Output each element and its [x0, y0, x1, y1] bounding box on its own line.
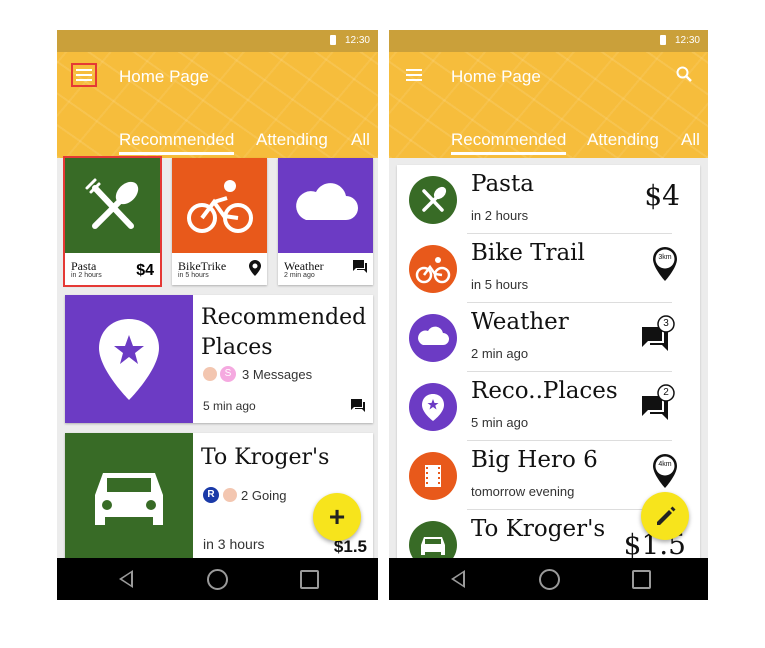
card-weather[interactable]: Weather 2 min ago: [278, 158, 373, 285]
battery-icon: [660, 35, 666, 45]
item-title: To Kroger's: [471, 516, 606, 542]
distance-pin-icon[interactable]: 3km: [652, 246, 678, 282]
card-pasta[interactable]: Pasta in 2 hours $4: [63, 156, 162, 287]
card-subtitle: 2 min ago: [284, 272, 315, 279]
menu-icon[interactable]: [403, 64, 425, 84]
card-title-line1: Recommended: [201, 305, 367, 330]
menu-icon[interactable]: [71, 63, 97, 87]
time-ago: 5 min ago: [203, 399, 256, 413]
tab-recommended[interactable]: Recommended: [451, 130, 567, 155]
card-title-line2: Places: [201, 335, 273, 360]
tab-attending[interactable]: Attending: [587, 130, 659, 150]
tab-attending[interactable]: Attending: [256, 130, 328, 150]
card-car-image: [65, 433, 193, 563]
item-subtitle: in 2 hours: [471, 208, 529, 223]
card-title: To Kroger's: [201, 445, 330, 470]
home-icon[interactable]: [539, 569, 560, 590]
app-bar: Home Page Recommended Attending All: [57, 52, 378, 158]
chat-icon[interactable]: [351, 399, 365, 417]
recent-apps-icon[interactable]: [632, 570, 651, 589]
chat-badge-icon[interactable]: 3: [640, 315, 676, 353]
list-item-recommended-places[interactable]: Reco..Places 5 min ago 2: [397, 372, 700, 441]
phone-left-screen: 12:30 Home Page Recommended Attending Al…: [57, 30, 378, 600]
tab-recommended[interactable]: Recommended: [119, 130, 235, 155]
card-pasta-image: [65, 158, 160, 253]
app-bar: Home Page Recommended Attending All: [389, 52, 708, 158]
status-time: 12:30: [344, 35, 370, 46]
car-icon: [95, 473, 163, 525]
battery-icon: [330, 35, 336, 45]
film-icon: [409, 452, 457, 500]
card-weather-image: [278, 158, 373, 253]
list-item-weather[interactable]: Weather 2 min ago 3: [397, 303, 700, 372]
car-icon: [409, 521, 457, 560]
item-title: Bike Trail: [471, 240, 585, 266]
phone-right-screen: 12:30 Home Page Recommended Attending Al…: [389, 30, 708, 600]
navigation-bar: [389, 558, 708, 600]
distance-label: 3km: [658, 254, 672, 261]
cloud-icon: [296, 183, 358, 220]
messages-count: 3 Messages: [242, 367, 313, 382]
price-label: $4: [644, 179, 680, 212]
item-subtitle: 5 min ago: [471, 415, 529, 430]
card-recommended-places[interactable]: Recommended Places S 3 Messages 5 min ag…: [65, 295, 373, 423]
item-title: Reco..Places: [471, 378, 618, 404]
search-icon[interactable]: [676, 66, 692, 87]
back-icon[interactable]: [119, 570, 133, 588]
tab-bar: Recommended Attending All: [57, 126, 378, 156]
chat-badge-icon[interactable]: 2: [640, 384, 676, 422]
list-item-bike-trail[interactable]: Bike Trail in 5 hours 3km: [397, 234, 700, 303]
avatar: [203, 367, 217, 381]
item-title: Weather: [471, 309, 569, 335]
card-subtitle: in 2 hours: [71, 272, 102, 279]
avatar: [223, 488, 237, 502]
page-title: Home Page: [119, 67, 209, 86]
location-pin-icon[interactable]: [249, 260, 261, 281]
item-title: Big Hero 6: [471, 447, 598, 473]
add-fab-button[interactable]: +: [313, 493, 361, 541]
item-subtitle: tomorrow evening: [471, 484, 575, 499]
fork-spoon-icon: [409, 176, 457, 224]
status-time: 12:30: [674, 35, 700, 46]
bike-icon: [409, 245, 457, 293]
chat-icon[interactable]: [353, 260, 367, 278]
status-bar: 12:30: [389, 30, 708, 52]
going-count: 2 Going: [241, 488, 287, 503]
badge-count: 2: [663, 387, 669, 398]
pencil-icon: [657, 506, 676, 525]
tab-all[interactable]: All: [681, 130, 700, 150]
card-subtitle: in 5 hours: [178, 272, 209, 279]
status-bar: 12:30: [57, 30, 378, 52]
tab-bar: Recommended Attending All: [389, 126, 708, 156]
badge-count: 3: [663, 318, 669, 329]
distance-pin-icon[interactable]: 4km: [652, 453, 678, 489]
plus-icon: +: [328, 501, 346, 532]
back-icon[interactable]: [451, 570, 465, 588]
distance-label: 4km: [658, 461, 672, 468]
card-biketrike[interactable]: BikeTrike in 5 hours: [172, 158, 267, 285]
price-label: $4: [136, 262, 154, 279]
item-title: Pasta: [471, 171, 534, 197]
page-title: Home Page: [451, 67, 541, 86]
event-time: in 3 hours: [203, 536, 265, 552]
avatar-letter: R: [203, 487, 219, 503]
item-subtitle: in 5 hours: [471, 277, 529, 292]
cloud-icon: [409, 314, 457, 362]
tab-all[interactable]: All: [351, 130, 370, 150]
card-bike-image: [172, 158, 267, 253]
navigation-bar: [57, 558, 378, 600]
fork-spoon-icon: [85, 178, 139, 229]
home-icon[interactable]: [207, 569, 228, 590]
place-pin-icon: [409, 383, 457, 431]
card-place-image: [65, 295, 193, 423]
bike-icon: [187, 180, 253, 233]
list-item-pasta[interactable]: Pasta in 2 hours $4: [397, 165, 700, 234]
recent-apps-icon[interactable]: [300, 570, 319, 589]
place-pin-icon: [99, 319, 159, 400]
item-subtitle: 2 min ago: [471, 346, 529, 361]
avatar-letter: S: [220, 366, 236, 382]
edit-fab-button[interactable]: [641, 492, 689, 540]
